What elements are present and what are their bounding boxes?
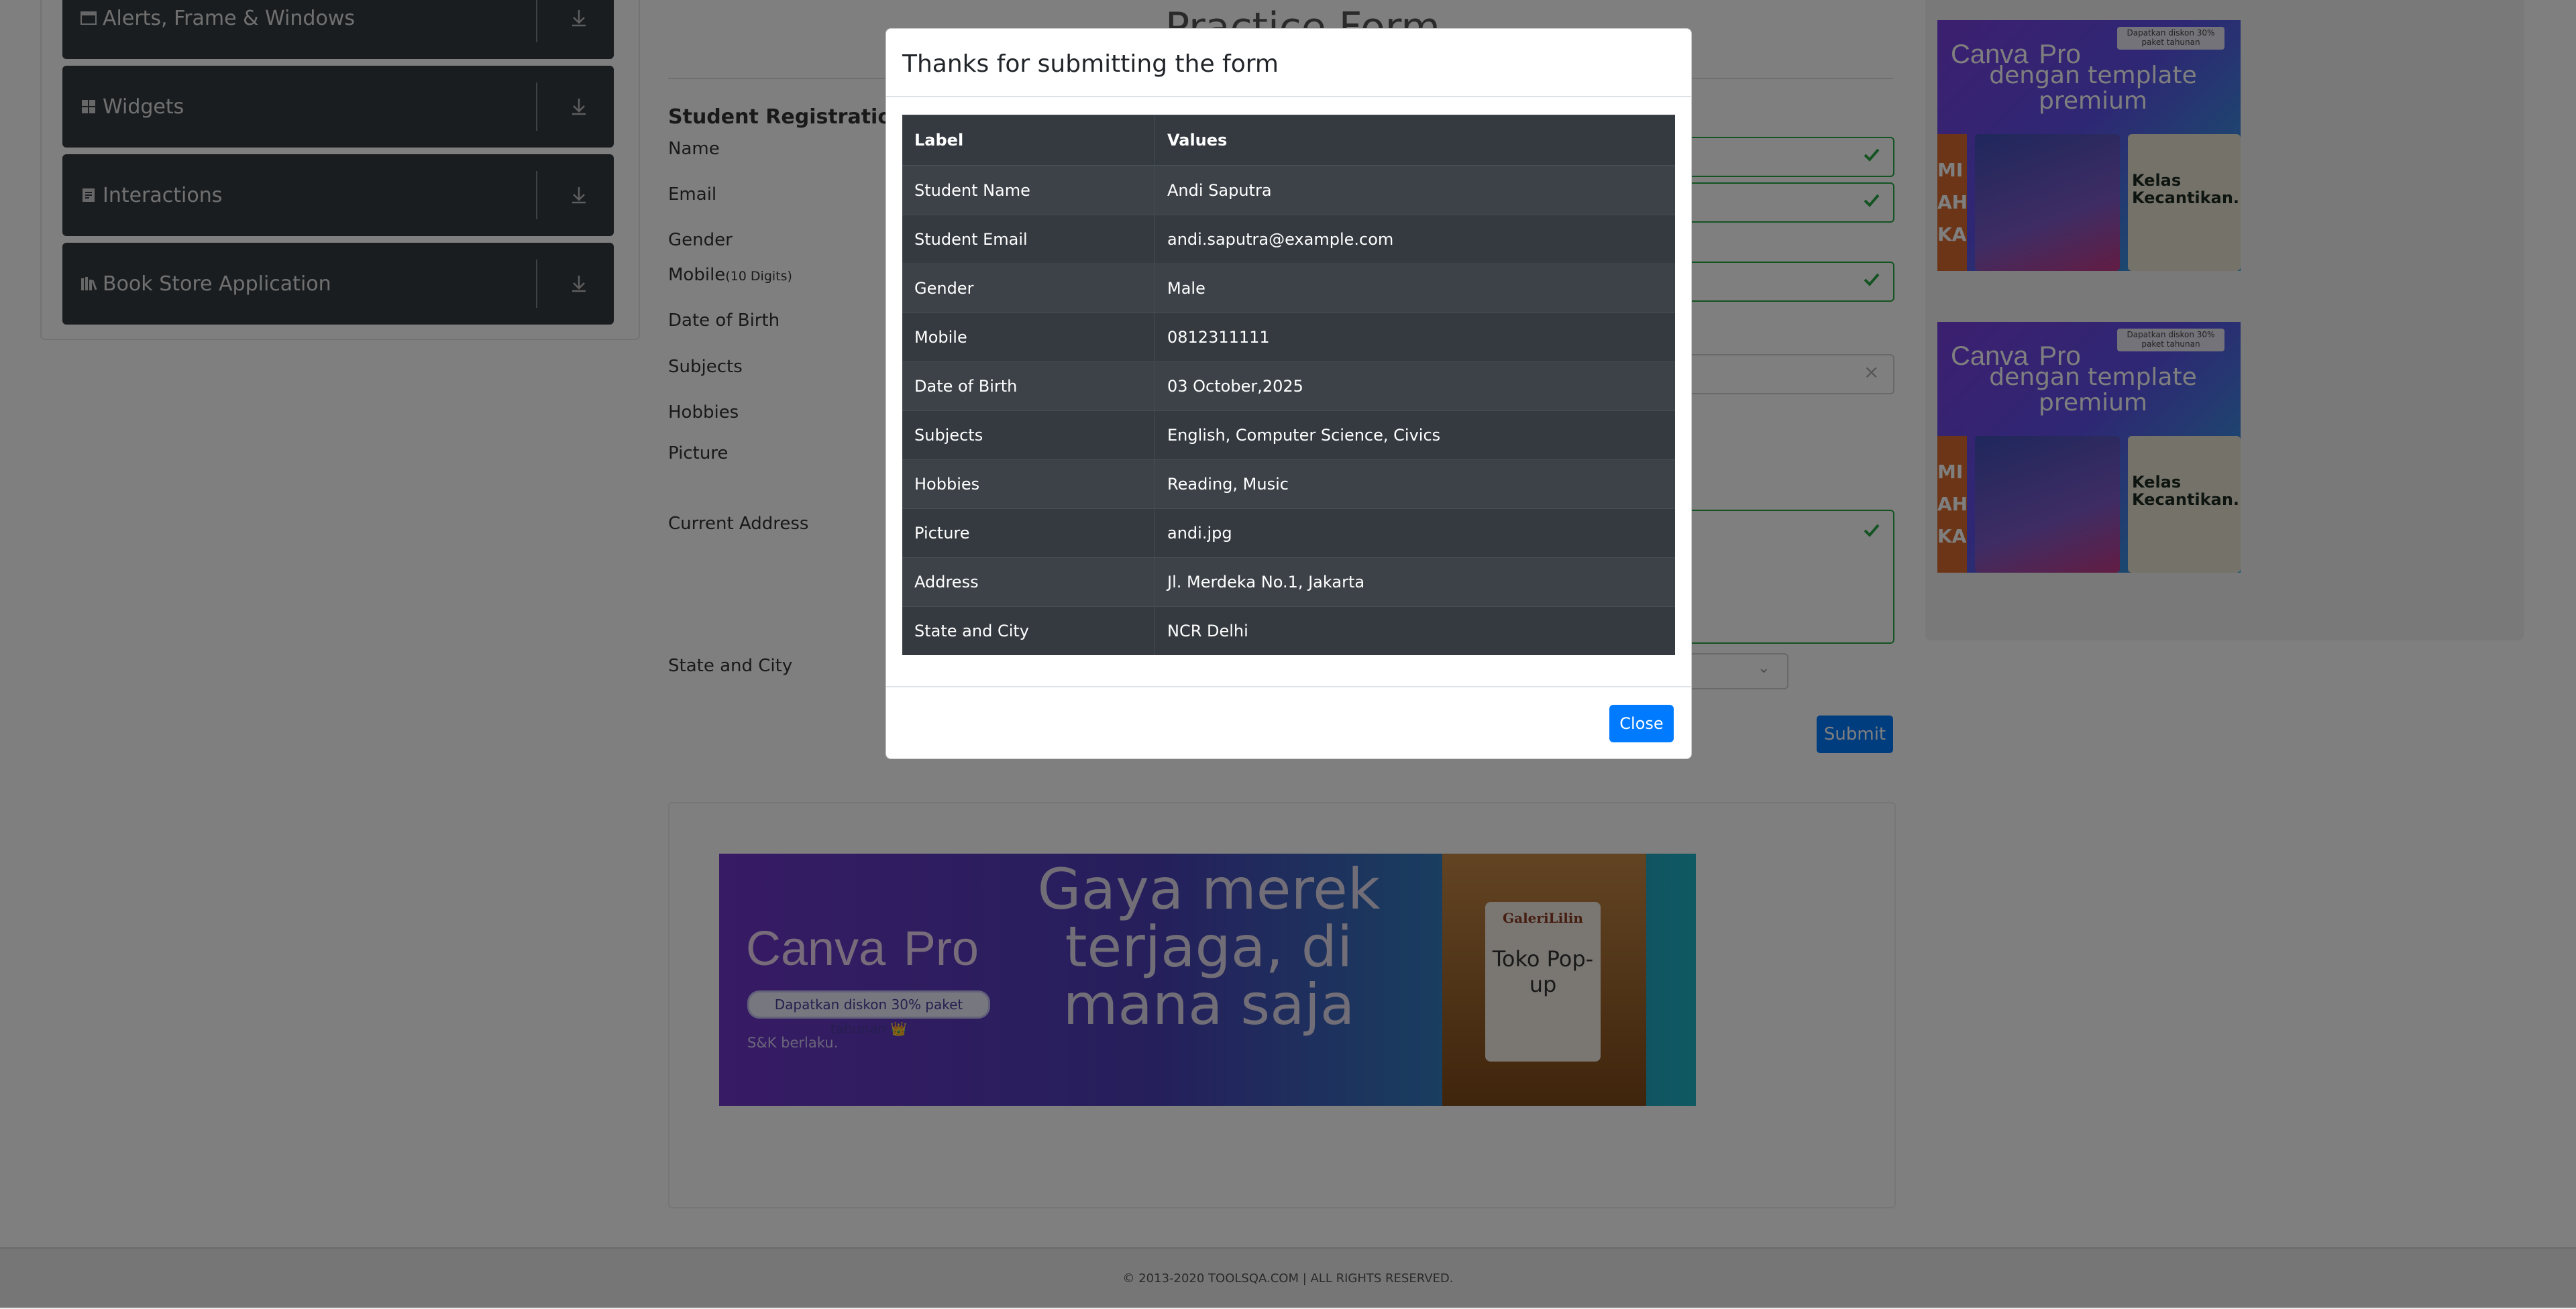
- row-label: Mobile: [902, 312, 1155, 362]
- row-value: NCR Delhi: [1155, 606, 1675, 655]
- row-label: Date of Birth: [902, 361, 1155, 411]
- table-row: Mobile 0812311111: [902, 312, 1675, 362]
- close-button[interactable]: Close: [1609, 705, 1674, 742]
- table-row: Student Email andi.saputra@example.com: [902, 215, 1675, 264]
- row-value: Reading, Music: [1155, 459, 1675, 509]
- table-row: Address Jl. Merdeka No.1, Jakarta: [902, 557, 1675, 607]
- row-label: Address: [902, 557, 1155, 607]
- table-row: Date of Birth 03 October,2025: [902, 361, 1675, 411]
- practice-form-page: Alerts, Frame & Windows Widgets Interact…: [0, 0, 2576, 1309]
- column-header: Values: [1155, 115, 1675, 166]
- row-value: 0812311111: [1155, 312, 1675, 362]
- submission-modal: Thanks for submitting the form Label Val…: [885, 28, 1692, 759]
- table-row: Student Name Andi Saputra: [902, 165, 1675, 215]
- row-value: English, Computer Science, Civics: [1155, 410, 1675, 460]
- result-table: Label Values Student Name Andi Saputra St…: [902, 115, 1675, 655]
- table-row: Picture andi.jpg: [902, 508, 1675, 558]
- row-label: Student Name: [902, 165, 1155, 215]
- modal-title: Thanks for submitting the form: [902, 50, 1279, 78]
- row-label: Subjects: [902, 410, 1155, 460]
- row-value: Jl. Merdeka No.1, Jakarta: [1155, 557, 1675, 607]
- row-label: Hobbies: [902, 459, 1155, 509]
- row-value: andi.saputra@example.com: [1155, 215, 1675, 264]
- row-value: andi.jpg: [1155, 508, 1675, 558]
- column-header: Label: [902, 115, 1155, 166]
- row-value: Male: [1155, 264, 1675, 313]
- divider: [886, 686, 1691, 687]
- row-label: Gender: [902, 264, 1155, 313]
- table-header-row: Label Values: [902, 115, 1675, 166]
- table-row: State and City NCR Delhi: [902, 606, 1675, 655]
- row-value: 03 October,2025: [1155, 361, 1675, 411]
- row-value: Andi Saputra: [1155, 165, 1675, 215]
- divider: [886, 96, 1691, 97]
- table-row: Gender Male: [902, 264, 1675, 313]
- row-label: Picture: [902, 508, 1155, 558]
- table-row: Subjects English, Computer Science, Civic…: [902, 410, 1675, 460]
- table-row: Hobbies Reading, Music: [902, 459, 1675, 509]
- row-label: State and City: [902, 606, 1155, 655]
- row-label: Student Email: [902, 215, 1155, 264]
